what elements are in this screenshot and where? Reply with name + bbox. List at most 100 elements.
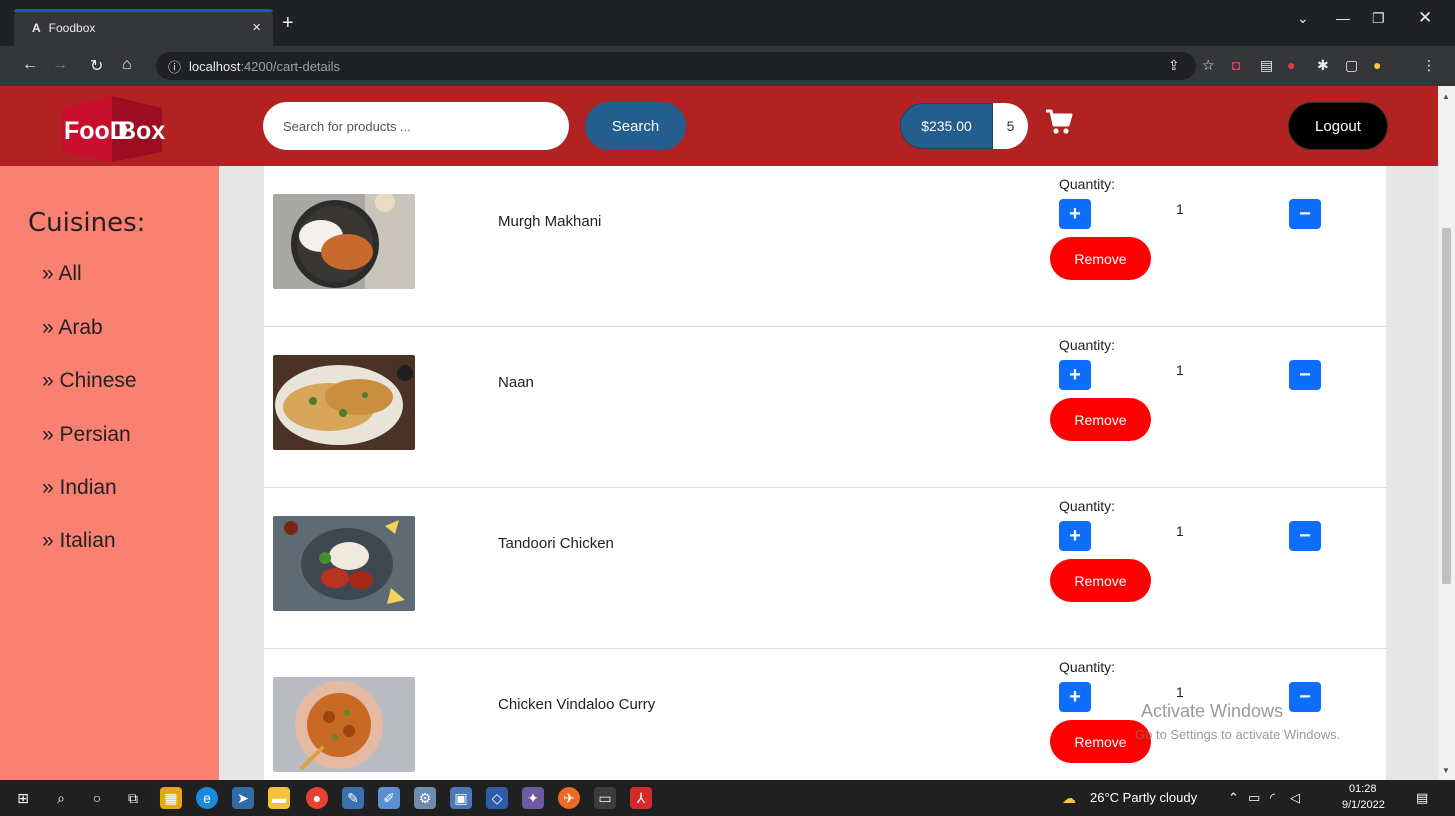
activation-watermark-title: Activate Windows [1141,701,1284,721]
side-panel-icon[interactable]: ▢ [1345,57,1358,74]
increase-quantity-button[interactable]: + [1059,199,1091,229]
windows-start-icon[interactable]: ⊞ [12,787,34,809]
cart-summary[interactable]: $235.00 5 [900,103,1028,149]
quantity-value: 1 [1176,362,1184,378]
acrobat-icon[interactable]: ⅄ [630,787,652,809]
product-image [273,355,415,450]
tray-chevron-icon[interactable]: ⌃ [1228,790,1239,806]
remove-button[interactable]: Remove [1050,237,1151,280]
cortana-icon[interactable]: ○ [86,787,108,809]
browser-tab-bar: A Foodbox × + ⌄ — ❐ ✕ [0,0,1455,46]
scroll-down-icon[interactable]: ▼ [1442,766,1450,775]
remove-button[interactable]: Remove [1050,398,1151,441]
tab-close-icon[interactable]: × [252,19,261,36]
sidebar-item-italian[interactable]: » Italian [42,529,116,553]
product-image [273,516,415,611]
quantity-value: 1 [1176,523,1184,539]
app-icon-window[interactable]: ▣ [450,787,472,809]
sidebar-item-indian[interactable]: » Indian [42,476,117,500]
browser-tab[interactable]: A Foodbox × [14,9,273,46]
extension-doc-icon[interactable]: ▤ [1260,57,1273,74]
product-image [273,194,415,289]
product-name: Murgh Makhani [498,213,602,230]
logout-button[interactable]: Logout [1288,102,1388,150]
increase-quantity-button[interactable]: + [1059,360,1091,390]
network-icon[interactable]: ▭ [1248,790,1260,806]
share-icon[interactable]: ⇪ [1168,57,1180,74]
app-icon-db[interactable]: ⚙ [414,787,436,809]
store-icon[interactable]: ▦ [160,787,182,809]
app-icon-pen[interactable]: ✐ [378,787,400,809]
url-path: :4200/cart-details [240,58,341,74]
product-name: Naan [498,374,534,391]
decrease-quantity-button[interactable]: − [1289,199,1321,229]
search-button[interactable]: Search [585,102,686,150]
clock-time[interactable]: 01:28 [1349,783,1377,795]
extensions-puzzle-icon[interactable]: ✱ [1317,57,1329,74]
weather-icon[interactable]: ☁ [1058,787,1080,809]
logo-word-box: Box [118,117,165,145]
file-explorer-icon[interactable]: ▬ [268,787,290,809]
cart-row: Murgh Makhani Quantity: + 1 − Remove [264,166,1386,327]
profile-avatar-icon[interactable]: ● [1373,57,1381,73]
foodbox-logo[interactable]: FooD Box [58,94,166,162]
weather-text[interactable]: 26°C Partly cloudy [1090,790,1197,805]
app-icon-vscode-like[interactable]: ➤ [232,787,254,809]
decrease-quantity-button[interactable]: − [1289,682,1321,712]
browser-menu-icon[interactable]: ⋮ [1422,57,1436,74]
search-input[interactable] [263,102,569,150]
scroll-up-icon[interactable]: ▲ [1442,92,1450,101]
new-tab-icon[interactable]: + [282,12,294,35]
clock-date[interactable]: 9/1/2022 [1342,799,1385,811]
extension-red-icon[interactable]: ● [1287,57,1295,73]
volume-icon[interactable]: ◁ [1290,790,1300,806]
bookmark-star-icon[interactable]: ☆ [1202,57,1215,74]
increase-quantity-button[interactable]: + [1059,521,1091,551]
minimize-icon[interactable]: — [1336,10,1350,26]
decrease-quantity-button[interactable]: − [1289,360,1321,390]
decrease-quantity-button[interactable]: − [1289,521,1321,551]
wifi-icon[interactable]: ◜ [1270,790,1275,806]
taskbar-search-icon[interactable]: ⌕ [50,787,72,809]
sidebar-item-arab[interactable]: » Arab [42,316,103,340]
quantity-value: 1 [1176,684,1184,700]
page-scrollbar[interactable]: ▲ ▼ [1438,86,1455,780]
close-window-icon[interactable]: ✕ [1418,8,1432,28]
activation-watermark-subtitle: Go to Settings to activate Windows. [1135,727,1341,742]
info-icon[interactable]: ⓘ [168,57,181,76]
reload-icon[interactable]: ↻ [90,56,103,76]
product-image [273,677,415,772]
sidebar-item-persian[interactable]: » Persian [42,423,131,447]
sidebar-title: Cuisines: [28,208,146,238]
task-view-icon[interactable]: ⧉ [122,787,144,809]
tab-search-icon[interactable]: ⌄ [1297,10,1309,27]
app-header: FooD Box Search $235.00 5 Logout [0,86,1438,166]
browser-address-bar: ← → ↻ ⌂ ⓘ localhost :4200/cart-details ⇪… [0,46,1455,86]
pocket-icon[interactable]: ◘ [1232,57,1240,73]
forward-icon[interactable]: → [52,56,68,74]
product-name: Chicken Vindaloo Curry [498,696,656,713]
back-icon[interactable]: ← [22,56,38,74]
home-icon[interactable]: ⌂ [122,56,132,74]
url-field[interactable]: ⓘ localhost :4200/cart-details [156,52,1196,80]
sidebar-item-all[interactable]: » All [42,262,82,286]
app-icon-postman[interactable]: ✈ [558,787,580,809]
shopping-cart-icon[interactable] [1045,108,1073,136]
app-icon-game[interactable]: ✦ [522,787,544,809]
cuisine-sidebar: Cuisines: » All » Arab » Chinese » Persi… [0,166,219,780]
restore-icon[interactable]: ❐ [1372,10,1385,27]
notifications-icon[interactable]: ▤ [1416,790,1428,806]
terminal-icon[interactable]: ▭ [594,787,616,809]
quantity-label: Quantity: [1059,176,1116,192]
chrome-icon[interactable]: ● [306,787,328,809]
edge-icon[interactable]: e [196,787,218,809]
scrollbar-thumb[interactable] [1442,228,1451,584]
app-icon-paint[interactable]: ✎ [342,787,364,809]
remove-button[interactable]: Remove [1050,559,1151,602]
app-icon-diagram[interactable]: ◇ [486,787,508,809]
tab-favicon-icon: A [32,20,41,35]
cart-list: Murgh Makhani Quantity: + 1 − Remove Naa… [264,166,1386,780]
increase-quantity-button[interactable]: + [1059,682,1091,712]
sidebar-item-chinese[interactable]: » Chinese [42,369,137,393]
cart-main: Murgh Makhani Quantity: + 1 − Remove Naa… [219,166,1438,780]
